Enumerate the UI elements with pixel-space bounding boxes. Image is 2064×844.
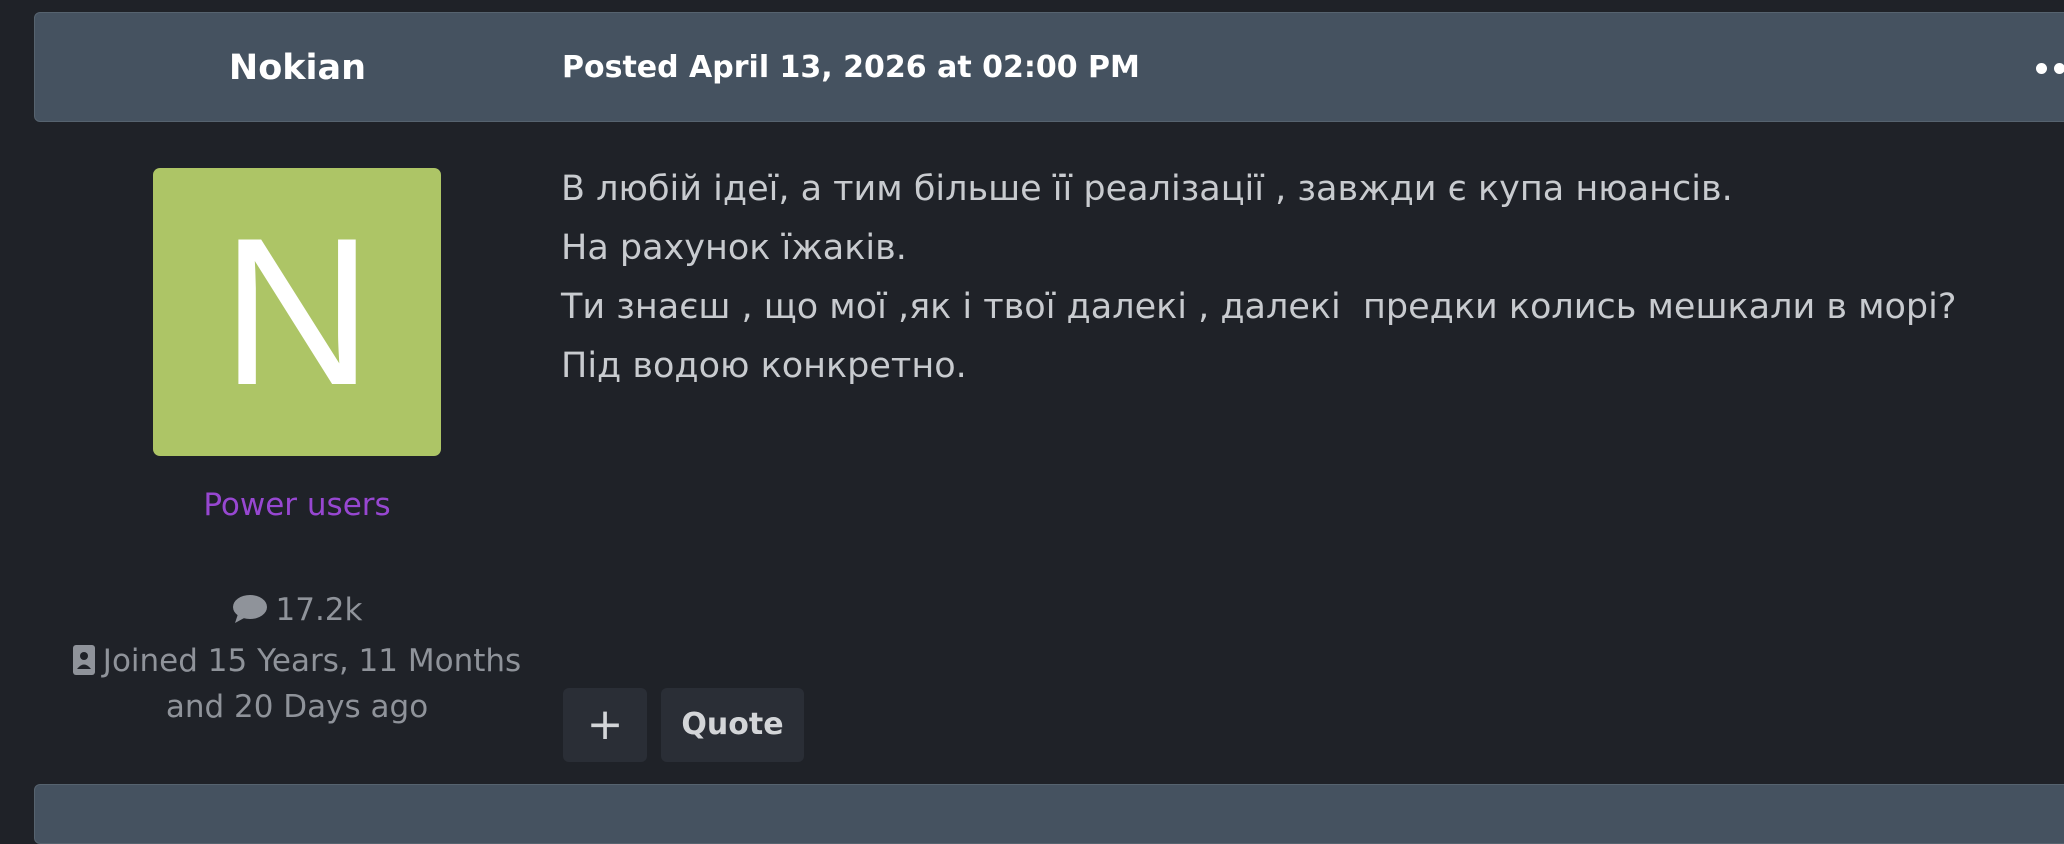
joined-text: Joined 15 Years, 11 Months and 20 Days a…: [102, 643, 522, 725]
avatar[interactable]: N: [153, 168, 441, 456]
id-badge-icon: [72, 645, 95, 675]
react-plus-button[interactable]: +: [563, 688, 647, 762]
post-header: Nokian Posted April 13, 2026 at 02:00 PM: [34, 12, 2064, 122]
post-content: В любій ідеї, а тим більше її реалізації…: [561, 160, 1956, 396]
quote-button[interactable]: Quote: [661, 688, 804, 762]
post-date: Posted April 13, 2026 at 02:00 PM: [562, 50, 1140, 85]
post-line: В любій ідеї, а тим більше її реалізації…: [561, 169, 1733, 209]
joined-info: Joined 15 Years, 11 Months and 20 Days a…: [70, 638, 524, 730]
post-line: Ти знаєш , що мої ,як і твої далекі , да…: [561, 287, 1957, 327]
user-group: Power users: [203, 487, 391, 523]
more-options-icon[interactable]: [2036, 63, 2064, 74]
post-count-value: 17.2k: [275, 592, 363, 628]
comment-icon: [232, 595, 267, 623]
author-name[interactable]: Nokian: [35, 13, 560, 123]
post-count: 17.2k: [0, 592, 594, 628]
next-post-header: [34, 784, 2064, 844]
post-line: На рахунок їжаків.: [561, 228, 907, 268]
post-line: Під водою конкретно.: [561, 346, 967, 386]
